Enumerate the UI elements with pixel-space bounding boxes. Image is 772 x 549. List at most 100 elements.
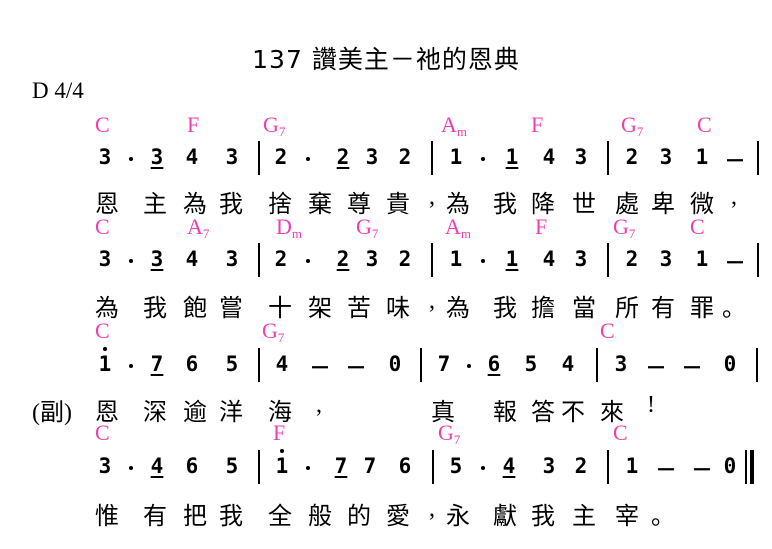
note: 4 bbox=[542, 145, 556, 169]
lyric-character: 般 bbox=[308, 504, 332, 530]
note: 1 bbox=[94, 347, 116, 376]
note: 1 bbox=[695, 145, 709, 169]
lyric-character: , bbox=[429, 184, 435, 210]
note: 2 bbox=[398, 145, 412, 169]
lyric-character: 我 bbox=[219, 504, 243, 530]
lyric-character: 棄 bbox=[308, 192, 332, 218]
lyric-character: 飽 bbox=[183, 296, 207, 322]
barline bbox=[757, 243, 759, 277]
note: 2 bbox=[336, 145, 350, 169]
lyric-character: 的 bbox=[347, 504, 371, 530]
sustain-dash: － bbox=[655, 458, 677, 482]
note: 3 bbox=[574, 145, 588, 169]
note: 3 bbox=[98, 145, 112, 169]
note: 3 bbox=[659, 145, 673, 169]
barline bbox=[258, 141, 260, 175]
lyric-character: 苦 bbox=[347, 296, 371, 322]
note: 1 bbox=[505, 247, 519, 271]
lyric-character: 。 bbox=[651, 504, 675, 530]
refrain-marker: (副) bbox=[32, 400, 72, 426]
sustain-dash: － bbox=[309, 356, 331, 380]
note: 6 bbox=[185, 454, 199, 478]
note: 1 bbox=[449, 145, 463, 169]
note: 0 bbox=[723, 352, 737, 376]
sustain-dash: － bbox=[724, 251, 746, 275]
chord-symbol: C bbox=[95, 420, 110, 445]
lyric-character: 嘗 bbox=[219, 296, 243, 322]
sustain-dash: － bbox=[724, 149, 746, 173]
chord-symbol: F bbox=[535, 214, 548, 239]
lyric-character: 罪 bbox=[690, 296, 714, 322]
lyric-character: ! bbox=[647, 392, 655, 418]
note: 4 bbox=[542, 247, 556, 271]
lyric-character: , bbox=[429, 288, 435, 314]
chord-symbol: G7 bbox=[613, 214, 636, 241]
note: 5 bbox=[225, 454, 239, 478]
barline bbox=[607, 450, 609, 484]
note: 5 bbox=[524, 352, 538, 376]
lyric-character: 架 bbox=[308, 296, 332, 322]
lyric-character: 我 bbox=[143, 296, 167, 322]
lyric-character: , bbox=[731, 184, 737, 210]
lyric-character: 有 bbox=[143, 504, 167, 530]
sustain-dash: － bbox=[645, 356, 667, 380]
lyric-character: 全 bbox=[268, 504, 292, 530]
lyric-character: 世 bbox=[572, 192, 596, 218]
lyric-character: 我 bbox=[219, 192, 243, 218]
note: 4 bbox=[502, 454, 516, 478]
chord-symbol: C bbox=[690, 214, 705, 239]
note: 1 bbox=[505, 145, 519, 169]
sustain-dash: － bbox=[691, 458, 713, 482]
chord-symbol: C bbox=[95, 318, 110, 343]
note: 4 bbox=[561, 352, 575, 376]
dotted-rhythm-dot bbox=[481, 157, 485, 161]
note: 2 bbox=[625, 145, 639, 169]
lyric-character: 永 bbox=[446, 504, 470, 530]
note: 3 bbox=[574, 247, 588, 271]
lyric-character: 我 bbox=[493, 296, 517, 322]
lyric-character: 洋 bbox=[219, 400, 243, 426]
chord-symbol: Am bbox=[441, 112, 468, 139]
lyric-character: 擔 bbox=[531, 296, 555, 322]
note: 2 bbox=[336, 247, 350, 271]
chord-symbol: C bbox=[95, 112, 110, 137]
dotted-rhythm-dot bbox=[129, 157, 133, 161]
chord-symbol: C bbox=[95, 214, 110, 239]
lyric-character: 貴 bbox=[386, 192, 410, 218]
sustain-dash: － bbox=[681, 356, 703, 380]
note: 6 bbox=[487, 352, 501, 376]
chord-symbol: A7 bbox=[187, 214, 210, 241]
note: 3 bbox=[614, 352, 628, 376]
note: 3 bbox=[150, 145, 164, 169]
barline bbox=[431, 243, 433, 277]
chord-symbol: F bbox=[531, 112, 544, 137]
lyric-character: , bbox=[316, 392, 322, 418]
note: 0 bbox=[388, 352, 402, 376]
note: 1 bbox=[695, 247, 709, 271]
chord-symbol: F bbox=[273, 420, 286, 445]
lyric-character: 我 bbox=[531, 504, 555, 530]
barline bbox=[258, 450, 260, 484]
note: 2 bbox=[274, 247, 288, 271]
dotted-rhythm-dot bbox=[129, 364, 133, 368]
chord-symbol: Dm bbox=[276, 214, 303, 241]
barline bbox=[607, 243, 609, 277]
note: 3 bbox=[225, 145, 239, 169]
note: 5 bbox=[225, 352, 239, 376]
lyric-character: 惟 bbox=[95, 504, 119, 530]
lyric-character: 卑 bbox=[651, 192, 675, 218]
note: 4 bbox=[185, 145, 199, 169]
dotted-rhythm-dot bbox=[481, 466, 485, 470]
note: 0 bbox=[723, 454, 737, 478]
lyric-character: 我 bbox=[493, 192, 517, 218]
dotted-rhythm-dot bbox=[129, 259, 133, 263]
note: 3 bbox=[659, 247, 673, 271]
chord-symbol: Am bbox=[445, 214, 472, 241]
note: 4 bbox=[275, 352, 289, 376]
chord-symbol: C bbox=[600, 318, 615, 343]
note: 2 bbox=[574, 454, 588, 478]
lyric-character: 為 bbox=[446, 296, 470, 322]
note: 7 bbox=[334, 454, 348, 478]
note: 3 bbox=[98, 454, 112, 478]
lyric-character: 逾 bbox=[183, 400, 207, 426]
